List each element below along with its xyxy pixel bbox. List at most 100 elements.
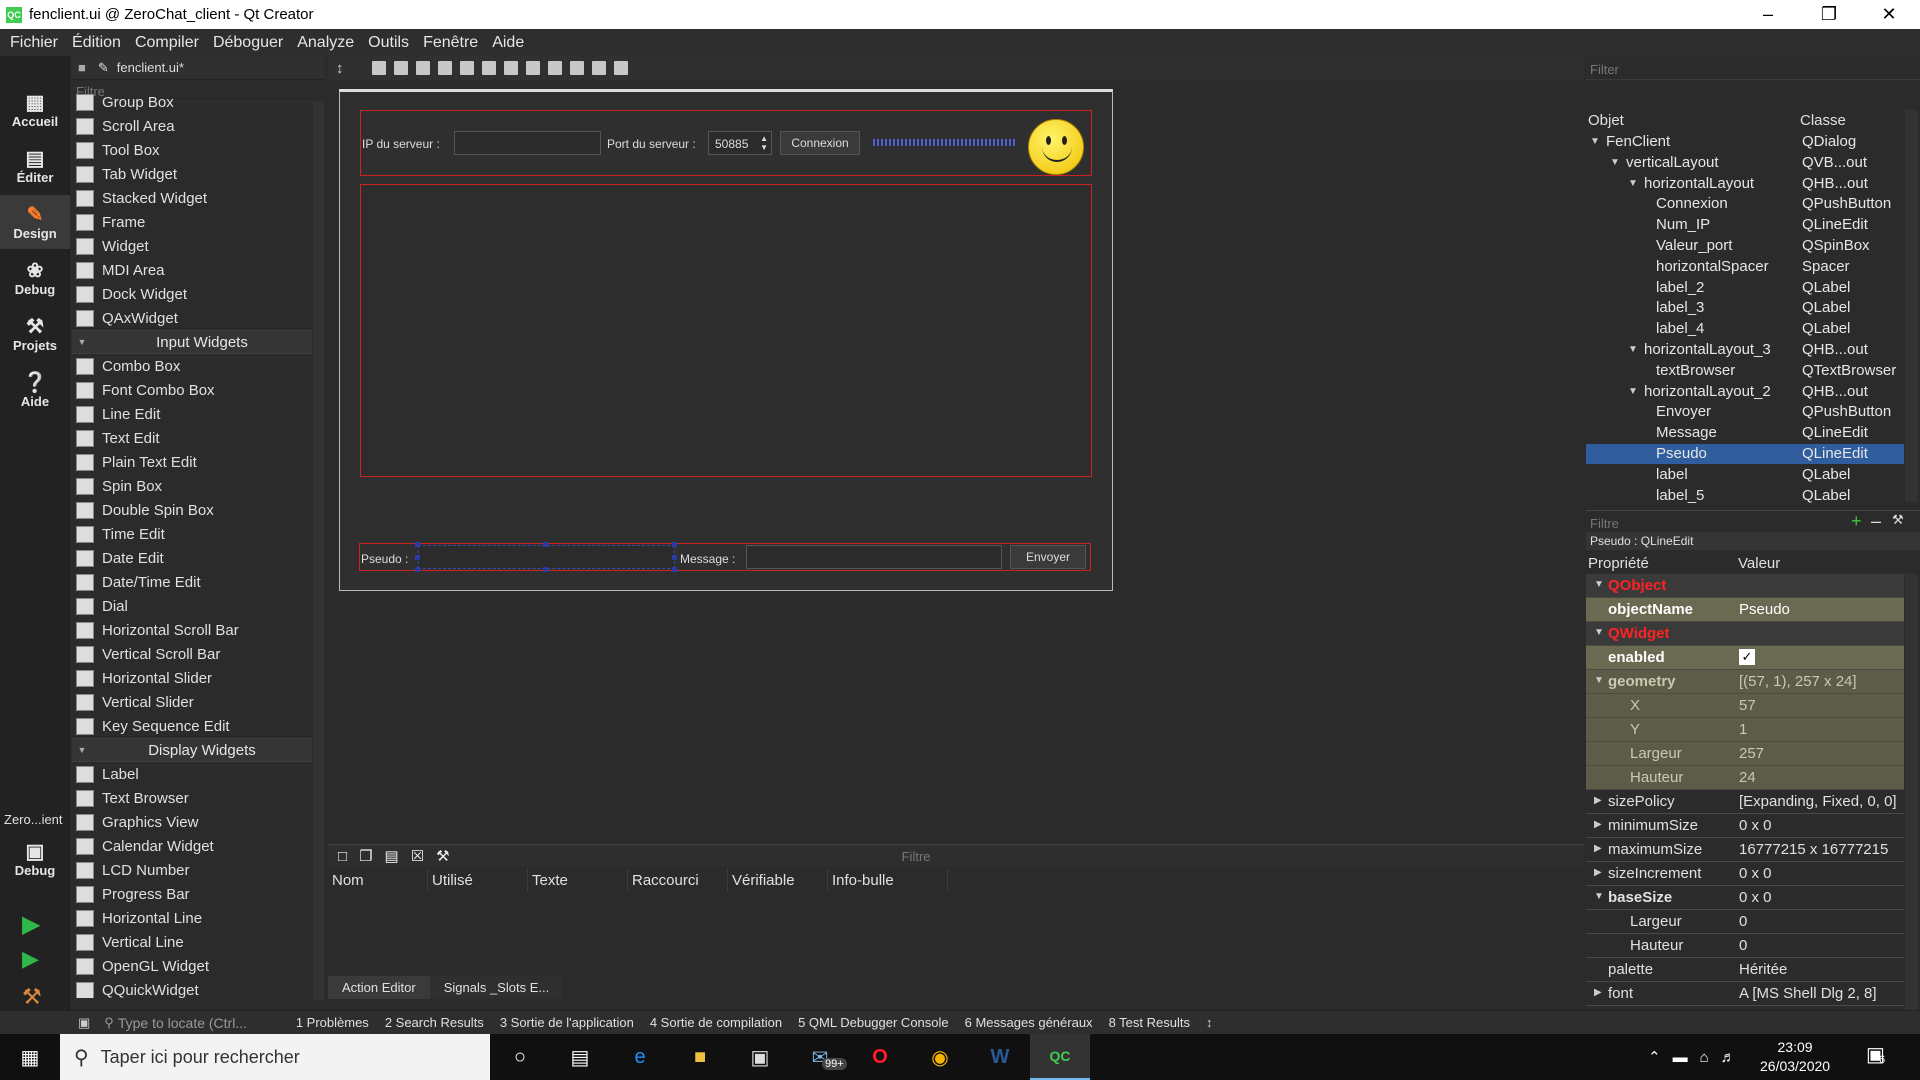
object-row[interactable]: Valeur_port QSpinBox [1586,236,1904,256]
object-row[interactable]: Num_IP QLineEdit [1586,215,1904,235]
selection-handle[interactable] [415,567,420,572]
widget-item-stacked-widget[interactable]: Stacked Widget [72,186,312,210]
widget-item-combo-box[interactable]: Combo Box [72,354,312,378]
object-row[interactable]: ▼ horizontalLayout QHB...out [1586,174,1904,194]
selection-handle[interactable] [415,542,420,547]
cortana-icon[interactable]: ○ [490,1034,550,1080]
widget-item-progress-bar[interactable]: Progress Bar [72,882,312,906]
widget-item-horizontal-scroll-bar[interactable]: Horizontal Scroll Bar [72,618,312,642]
widget-item-vertical-line[interactable]: Vertical Line [72,930,312,954]
opera-icon[interactable]: O [850,1034,910,1080]
edit-tab-order-icon[interactable] [437,61,452,75]
widget-item-tool-box[interactable]: Tool Box [72,138,312,162]
port-spinbox[interactable]: 50885 ▲ ▼ [708,131,772,155]
selection-handle[interactable] [672,542,677,547]
widget-item-dock-widget[interactable]: Dock Widget [72,282,312,306]
property-row-sizepolicy[interactable]: ▶ sizePolicy [Expanding, Fixed, 0, 0] [1586,790,1904,814]
tab-action-editor[interactable]: Action Editor [328,976,430,999]
chevron-up-icon[interactable]: ⌃ [1648,1048,1661,1066]
widget-item-horizontal-line[interactable]: Horizontal Line [72,906,312,930]
output-pane-1-probl-mes[interactable]: 1 Problèmes [288,1015,377,1030]
property-row-maximumsize[interactable]: ▶ maximumSize 16777215 x 16777215 [1586,838,1904,862]
sidebar-toggle-icon[interactable]: ▣ [78,1015,90,1031]
expand-icon[interactable]: ▶ [1594,795,1602,806]
object-row[interactable]: ▼ horizontalLayout_2 QHB...out [1586,382,1904,402]
output-pane-6-messages-g-n-raux[interactable]: 6 Messages généraux [957,1015,1101,1030]
object-row[interactable]: label_4 QLabel [1586,319,1904,339]
selection-handle[interactable] [543,567,548,572]
expand-icon[interactable]: ▼ [1594,579,1604,590]
output-pane-4-sortie-de-compilation[interactable]: 4 Sortie de compilation [642,1015,790,1030]
output-pane-5-qml-debugger-console[interactable]: 5 QML Debugger Console [790,1015,957,1030]
expand-icon[interactable]: ▼ [1628,344,1638,355]
clock[interactable]: 23:09 26/03/2020 [1760,1038,1830,1076]
expand-icon[interactable]: ▶ [1594,867,1602,878]
col-nom[interactable]: Nom [328,869,428,892]
widget-item-qquickwidget[interactable]: QQuickWidget [72,978,312,998]
property-row-qobject[interactable]: ▼ QObject [1586,574,1904,598]
widget-item-calendar-widget[interactable]: Calendar Widget [72,834,312,858]
edge-icon[interactable]: e [610,1034,670,1080]
qt-creator-task[interactable]: QC [1030,1034,1090,1080]
object-row[interactable]: Message QLineEdit [1586,423,1904,443]
tab-signals-slots[interactable]: Signals _Slots E... [429,976,564,999]
more-panes-icon[interactable]: ↕ [1206,1015,1213,1030]
toolbar-arrows-icon[interactable]: ↕ [336,60,344,77]
expand-icon[interactable]: ▼ [1628,386,1638,397]
delete-action-icon[interactable]: ☒ [411,847,424,865]
widget-item-double-spin-box[interactable]: Double Spin Box [72,498,312,522]
widget-item-date-edit[interactable]: Date Edit [72,546,312,570]
expand-icon[interactable]: ▶ [1594,843,1602,854]
widget-item-opengl-widget[interactable]: OpenGL Widget [72,954,312,978]
property-row-largeur[interactable]: Largeur 257 [1586,742,1904,766]
text-browser[interactable] [360,184,1092,477]
taskbar-search[interactable]: ⚲ Taper ici pour rechercher [60,1034,490,1080]
menu-fichier[interactable]: Fichier [0,34,65,52]
col-valeur[interactable]: Valeur [1738,555,1780,572]
mail-icon[interactable]: ✉ 99+ [790,1034,850,1080]
menu-deboguer[interactable]: Déboguer [206,34,290,52]
paste-action-icon[interactable]: ▤ [385,847,399,865]
break-layout-icon[interactable] [591,61,606,75]
property-row-sizeincrement[interactable]: ▶ sizeIncrement 0 x 0 [1586,862,1904,886]
volume-icon[interactable]: ♬ [1721,1049,1736,1066]
object-row[interactable]: Pseudo QLineEdit [1586,444,1904,464]
expand-icon[interactable]: ▼ [1594,627,1604,638]
widget-item-label[interactable]: Label [72,762,312,786]
widget-item-plain-text-edit[interactable]: Plain Text Edit [72,450,312,474]
property-row-basesize[interactable]: ▼ baseSize 0 x 0 [1586,886,1904,910]
property-row-hauteur[interactable]: Hauteur 0 [1586,934,1904,958]
object-row[interactable]: label_3 QLabel [1586,298,1904,318]
property-row-x[interactable]: X 57 [1586,694,1904,718]
selection-handle[interactable] [415,555,420,560]
output-pane-8-test-results[interactable]: 8 Test Results [1101,1015,1198,1030]
menu-analyze[interactable]: Analyze [290,34,361,52]
widget-item-text-browser[interactable]: Text Browser [72,786,312,810]
widget-item-qaxwidget[interactable]: QAxWidget [72,306,312,330]
col-verifiable[interactable]: Vérifiable [728,869,828,892]
col-utilise[interactable]: Utilisé [428,869,528,892]
connexion-button[interactable]: Connexion [780,131,860,155]
mode-editer[interactable]: ▤ Éditer [0,139,70,193]
selection-handle[interactable] [672,555,677,560]
spin-arrows-icon[interactable]: ▲ ▼ [760,134,768,152]
expand-icon[interactable]: ▶ [1594,819,1602,830]
lock-icon[interactable]: ■ [78,60,86,75]
mode-design[interactable]: ✎ Design [0,195,70,249]
mode-debug[interactable]: ❀ Debug [0,251,70,305]
widget-item-mdi-area[interactable]: MDI Area [72,258,312,282]
pseudo-input[interactable] [418,545,675,569]
message-input[interactable] [746,545,1002,569]
property-row-largeur[interactable]: Largeur 0 [1586,910,1904,934]
expand-icon[interactable]: ▶ [1594,987,1602,998]
layout-vertical-icon[interactable] [481,61,496,75]
category-display-widgets[interactable]: ▼ Display Widgets [72,738,312,762]
locator-input[interactable]: Type to locate (Ctrl... [118,1015,288,1031]
envoyer-button[interactable]: Envoyer [1010,545,1086,569]
adjust-size-icon[interactable] [613,61,628,75]
widget-item-time-edit[interactable]: Time Edit [72,522,312,546]
menu-outils[interactable]: Outils [361,34,416,52]
layout-grid-icon[interactable] [569,61,584,75]
mode-projets[interactable]: ⚒ Projets [0,307,70,361]
col-propriete[interactable]: Propriété [1588,555,1649,572]
